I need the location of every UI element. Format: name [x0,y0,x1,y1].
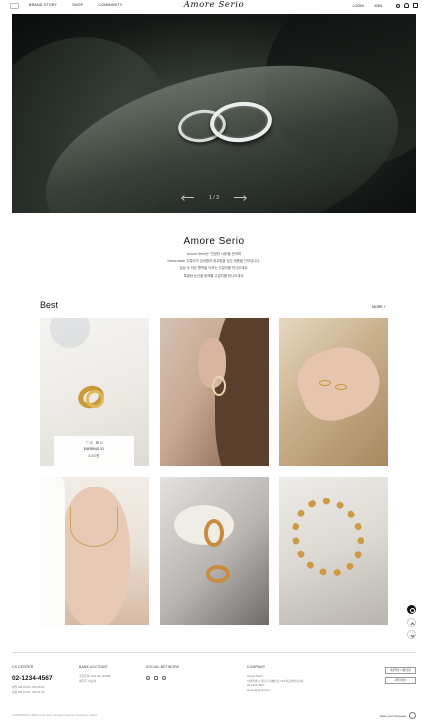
overlay-icons: ♡ 0 ✉ 0 [54,440,134,445]
product-card[interactable] [40,477,149,625]
ring-gold-image [319,380,331,386]
bank-line: 예금주: 아모레 [79,678,96,683]
instagram-icon[interactable] [146,676,150,680]
review-count: 0 [100,440,103,445]
scroll-top-button[interactable] [407,618,416,627]
copyright: COPYRIGHT(C) 2024 Amore Serio. All right… [12,714,97,717]
product-card[interactable] [279,318,388,466]
language-label: Select your language [379,713,406,718]
bracelet-image [279,485,377,589]
footer-company: COMPANY Amore Serio 서울특별시 강남구 테헤란로 123 아… [247,665,303,692]
search-icon[interactable] [396,3,400,8]
glass-shape [50,318,90,348]
best-section-title: Best [40,300,59,310]
ring-gold-image [335,384,347,390]
hero-controls: 1 / 3 [12,195,416,201]
product-card[interactable] [160,477,269,625]
cart-icon[interactable] [413,3,418,8]
footer-bank: BANK ACCOUNT 국민은행 1234-56-123456 예금주: 아모… [79,665,111,683]
bank-heading: BANK ACCOUNT [79,665,109,669]
chat-button[interactable] [407,605,416,614]
company-line: amore@gmail.com [247,687,271,692]
site-header: BRAND STORY SHOP COMMUNITY Amore Serio L… [0,0,428,13]
brand-intro: Amore Serio Amore Serio는 '진정한 사랑'을 뜻하며 H… [0,236,428,279]
best-product-grid: ♡ 0 ✉ 0 EARRING 01 8,000원 [40,318,388,626]
earring-gold-image [86,390,104,408]
globe-icon[interactable] [409,712,416,719]
review-icon[interactable]: ✉ [96,440,99,445]
intro-line: Hand-made 주얼리의 섬세함과 정교함을 담은 제품을 선보입니다. [167,259,261,264]
login-link[interactable]: LOGIN [353,4,364,8]
terms-button[interactable]: 이용약관 / 개인정보 [385,667,416,674]
cs-hours: 점심 PM 12:00 - PM 01:00 [12,689,45,694]
product-hover-overlay[interactable]: ♡ 0 ✉ 0 EARRING 01 8,000원 [54,436,134,466]
like-count: 0 [90,440,93,445]
intro-line: Amore Serio는 '진정한 사랑'을 뜻하며 [186,252,242,256]
intro-title: Amore Serio [183,236,245,247]
product-card[interactable]: ♡ 0 ✉ 0 EARRING 01 8,000원 [40,318,149,466]
intro-line: 특별한 순간을 함께할 주얼리를 만나보세요. [183,273,245,278]
cs-phone: 02-1234-4567 [12,675,53,682]
join-link[interactable]: JOIN [374,4,382,8]
shirt-shape [40,477,65,625]
scroll-bottom-button[interactable] [407,630,416,639]
best-more-link[interactable]: MORE + [372,305,386,309]
footer-cs: CS CENTER 02-1234-4567 평일 AM 10:00 - PM … [12,665,52,694]
product-name: EARRING 01 [83,447,105,451]
user-icon[interactable] [404,3,409,8]
language-select[interactable]: Select your language [380,712,416,719]
intro-line: 일상 속 작은 행복을 더하는 주얼리를 만나보세요. [179,266,249,271]
business-info-button[interactable]: 사업자정보 [385,677,416,684]
cs-heading: CS CENTER [12,665,34,669]
bank-line: 국민은행 1234-56-123456 [79,674,111,678]
social-heading: SOCIAL NETWORK [146,665,180,669]
company-heading: COMPANY [247,665,266,669]
next-arrow-icon[interactable] [234,197,247,199]
hand-shape [289,336,388,430]
facebook-icon[interactable] [154,676,158,680]
header-utilities: LOGIN JOIN [353,3,418,8]
earring-chain-image [206,565,230,583]
prev-arrow-icon[interactable] [181,197,194,199]
site-footer: CS CENTER 02-1234-4567 평일 AM 10:00 - PM … [12,652,416,726]
hero-slider[interactable]: 1 / 3 [12,14,416,213]
product-card[interactable] [160,318,269,466]
heart-icon[interactable]: ♡ [85,440,89,445]
earring-chain-image [204,519,224,547]
necklace-image [70,507,118,547]
hero-pager: 1 / 3 [209,195,219,201]
earring-hoop-image [212,376,226,396]
product-card[interactable] [279,477,388,625]
footer-social: SOCIAL NETWORK [146,665,179,680]
product-price: 8,000원 [88,454,100,458]
kakao-icon[interactable] [162,676,166,680]
